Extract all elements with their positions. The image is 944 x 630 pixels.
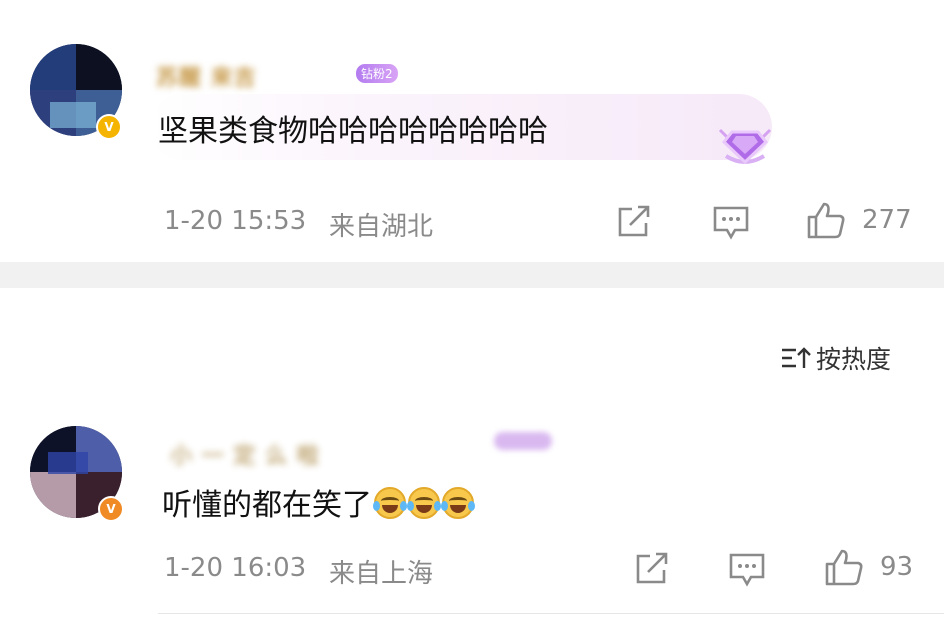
comment-text: 坚果类食物哈哈哈哈哈哈哈哈 xyxy=(158,114,548,149)
laugh-cry-emoji-icon xyxy=(441,487,475,519)
sort-by-hot-button[interactable]: 按热度 xyxy=(780,340,891,376)
sort-icon xyxy=(782,347,811,368)
thumbs-up-icon xyxy=(825,549,863,586)
laugh-cry-emoji-icon xyxy=(373,487,407,519)
like-button[interactable]: 93 xyxy=(824,547,913,587)
share-button[interactable] xyxy=(616,205,652,239)
comment-time: 1-20 15:53 xyxy=(164,206,307,236)
diamond-fan-icon xyxy=(718,128,772,165)
comment-button[interactable] xyxy=(728,552,766,588)
comment-location: 来自湖北 xyxy=(329,212,434,242)
thumbs-up-icon xyxy=(807,202,845,239)
like-count: 93 xyxy=(880,552,914,582)
comment-icon xyxy=(713,206,749,240)
username[interactable]: 小 一 定 么 啦 xyxy=(170,438,320,470)
comment-location: 来自上海 xyxy=(329,559,434,589)
comment-button[interactable] xyxy=(712,205,750,241)
verified-badge-icon: V xyxy=(96,114,122,140)
like-button[interactable]: 277 xyxy=(806,200,912,240)
verified-badge-icon: V xyxy=(98,496,124,522)
share-icon xyxy=(636,552,668,584)
comment-icon xyxy=(729,553,765,587)
share-icon xyxy=(618,205,650,237)
comment-time: 1-20 16:03 xyxy=(164,553,307,583)
comment-separator xyxy=(158,613,944,614)
share-button[interactable] xyxy=(634,552,670,586)
section-divider xyxy=(0,262,944,288)
sort-label: 按热度 xyxy=(816,345,892,374)
like-count: 277 xyxy=(862,205,912,235)
username[interactable]: 苏醒 来吉 xyxy=(156,60,257,92)
comment-text: 听懂的都在笑了 xyxy=(162,480,475,524)
fan-badge xyxy=(494,432,552,450)
laugh-cry-emoji-icon xyxy=(407,487,441,519)
fan-badge[interactable]: 钻粉2 xyxy=(356,64,398,83)
